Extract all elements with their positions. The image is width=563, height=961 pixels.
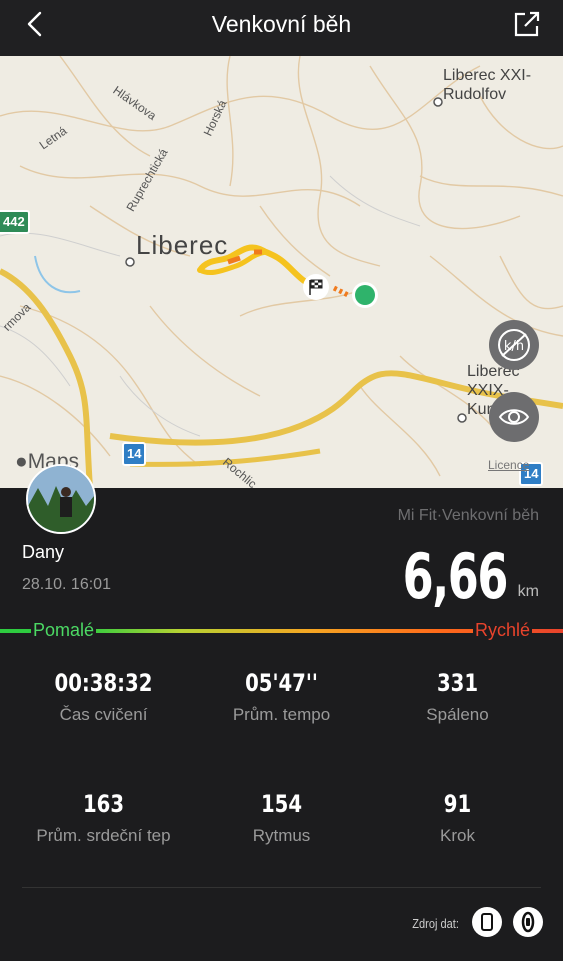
avatar-photo [28,466,94,532]
eye-icon [498,409,530,425]
page-title: Venkovní běh [211,11,352,37]
apple-logo-icon: ● [15,450,28,473]
speed-slow-label: Pomalé [31,620,97,641]
hide-map-icon: k/h [498,329,530,361]
nav-bar: Venkovní běh [0,0,563,56]
stat-value: 91 [443,790,472,818]
distance-value: 6,66 [402,540,509,613]
band-source-button[interactable] [513,907,543,937]
stat-label: Prům. tempo [232,705,331,724]
stat-avg-heart-rate: 163 Prům. srdeční tep [10,790,197,846]
phone-icon [481,913,493,931]
stat-value: 05'47'' [245,669,318,697]
stat-value: 154 [260,790,303,818]
avatar[interactable] [26,464,96,534]
map-label-liberec: Liberec [136,230,229,260]
stat-cadence: 154 Rytmus [188,790,375,846]
stat-workout-time: 00:38:32 Čas cvičení [10,669,197,725]
map-label-rudolfov: Liberec XXI- Rudolfov [443,67,532,103]
workout-datetime: 28.10. 16:01 [22,576,111,593]
finish-flag-icon [303,274,329,300]
band-icon [521,911,535,933]
stat-label: Spáleno [426,705,489,724]
route-map[interactable]: Liberec Liberec XXI- Rudolfov Liberec XX… [0,56,563,488]
divider [22,887,541,888]
stat-label: Krok [440,826,475,845]
workout-source: Mi Fit·Venkovní běh [397,507,539,524]
speed-fast-label: Rychlé [472,620,532,641]
share-icon[interactable] [513,10,541,38]
user-name: Dany [22,542,65,562]
end-marker [355,285,375,305]
road-shield-442: 442 [0,210,30,234]
distance-unit: km [517,583,539,600]
stat-label: Čas cvičení [59,705,148,724]
stat-value: 163 [82,790,125,818]
stat-value: 331 [436,669,479,697]
legal-link[interactable]: Licence [488,458,529,472]
stat-label: Prům. srdeční tep [36,826,171,845]
stat-stride: 91 Krok [364,790,551,846]
stat-label: Rytmus [252,826,311,845]
data-source-label: Zdroj dat: [412,916,459,931]
stat-calories: 331 Spáleno [364,669,551,725]
hide-map-button[interactable]: k/h [489,320,539,370]
stat-avg-pace: 05'47'' Prům. tempo [188,669,375,725]
road-shield-14: 14 [122,442,147,466]
map-base [0,56,563,488]
toggle-view-button[interactable] [489,392,539,442]
phone-source-button[interactable] [472,907,502,937]
stat-value: 00:38:32 [54,669,153,697]
